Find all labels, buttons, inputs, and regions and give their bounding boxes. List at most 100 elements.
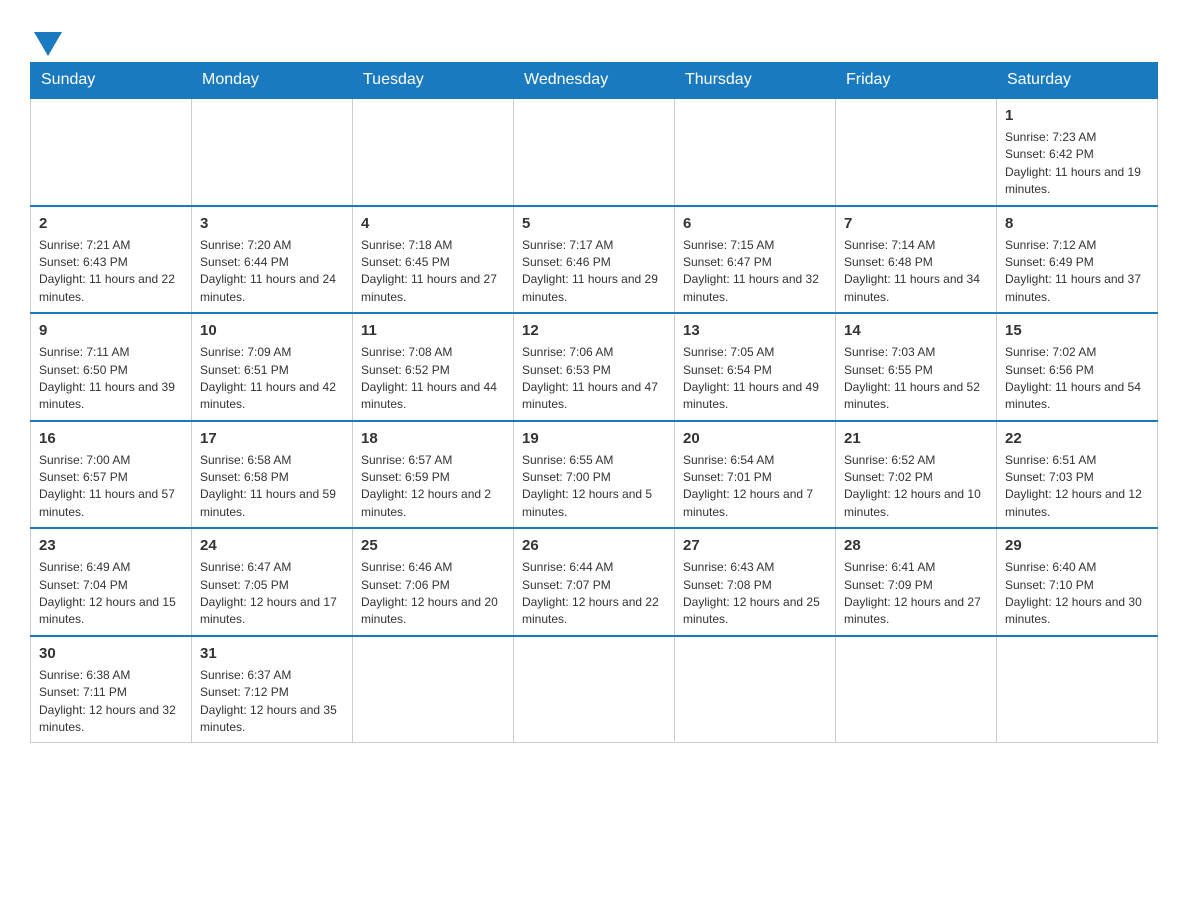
day-info: Sunrise: 6:41 AMSunset: 7:09 PMDaylight:…: [844, 559, 988, 629]
calendar-cell: 7 Sunrise: 7:14 AMSunset: 6:48 PMDaylight…: [836, 206, 997, 314]
weekday-header-saturday: Saturday: [997, 63, 1158, 99]
calendar-cell: [353, 98, 514, 206]
weekday-header-friday: Friday: [836, 63, 997, 99]
weekday-header-thursday: Thursday: [675, 63, 836, 99]
calendar-week-row: 16 Sunrise: 7:00 AMSunset: 6:57 PMDayligh…: [31, 421, 1158, 529]
day-info: Sunrise: 7:09 AMSunset: 6:51 PMDaylight:…: [200, 344, 344, 414]
day-number: 6: [683, 213, 827, 234]
day-info: Sunrise: 7:11 AMSunset: 6:50 PMDaylight:…: [39, 344, 183, 414]
calendar-cell: 23Sunrise: 6:49 AMSunset: 7:04 PMDayligh…: [31, 528, 192, 636]
day-number: 4: [361, 213, 505, 234]
calendar-cell: 4 Sunrise: 7:18 AMSunset: 6:45 PMDaylight…: [353, 206, 514, 314]
day-number: 25: [361, 535, 505, 556]
calendar-cell: 17Sunrise: 6:58 AMSunset: 6:58 PMDayligh…: [192, 421, 353, 529]
day-info: Sunrise: 7:15 AMSunset: 6:47 PMDaylight:…: [683, 237, 827, 307]
calendar-body: 1Sunrise: 7:23 AMSunset: 6:42 PMDaylight…: [31, 98, 1158, 743]
calendar-cell: [514, 98, 675, 206]
day-number: 23: [39, 535, 183, 556]
day-info: Sunrise: 7:14 AMSunset: 6:48 PMDaylight:…: [844, 237, 988, 307]
day-info: Sunrise: 6:43 AMSunset: 7:08 PMDaylight:…: [683, 559, 827, 629]
day-number: 13: [683, 320, 827, 341]
day-info: Sunrise: 6:58 AMSunset: 6:58 PMDaylight:…: [200, 452, 344, 522]
calendar-cell: 11Sunrise: 7:08 AMSunset: 6:52 PMDayligh…: [353, 313, 514, 421]
calendar-cell: [192, 98, 353, 206]
day-info: Sunrise: 7:05 AMSunset: 6:54 PMDaylight:…: [683, 344, 827, 414]
calendar-cell: [675, 636, 836, 743]
weekday-header-tuesday: Tuesday: [353, 63, 514, 99]
day-info: Sunrise: 6:37 AMSunset: 7:12 PMDaylight:…: [200, 667, 344, 737]
calendar-cell: [353, 636, 514, 743]
day-number: 14: [844, 320, 988, 341]
day-info: Sunrise: 6:54 AMSunset: 7:01 PMDaylight:…: [683, 452, 827, 522]
day-number: 2: [39, 213, 183, 234]
weekday-header-row: SundayMondayTuesdayWednesdayThursdayFrid…: [31, 63, 1158, 99]
day-info: Sunrise: 6:44 AMSunset: 7:07 PMDaylight:…: [522, 559, 666, 629]
calendar-cell: 31 Sunrise: 6:37 AMSunset: 7:12 PMDayligh…: [192, 636, 353, 743]
day-info: Sunrise: 6:47 AMSunset: 7:05 PMDaylight:…: [200, 559, 344, 629]
calendar-cell: 14Sunrise: 7:03 AMSunset: 6:55 PMDayligh…: [836, 313, 997, 421]
calendar-cell: [675, 98, 836, 206]
day-number: 10: [200, 320, 344, 341]
day-number: 31: [200, 643, 344, 664]
day-info: Sunrise: 6:55 AMSunset: 7:00 PMDaylight:…: [522, 452, 666, 522]
calendar-cell: 20Sunrise: 6:54 AMSunset: 7:01 PMDayligh…: [675, 421, 836, 529]
day-info: Sunrise: 7:02 AMSunset: 6:56 PMDaylight:…: [1005, 344, 1149, 414]
calendar-cell: 25 Sunrise: 6:46 AMSunset: 7:06 PMDayligh…: [353, 528, 514, 636]
day-info: Sunrise: 7:23 AMSunset: 6:42 PMDaylight:…: [1005, 129, 1149, 199]
calendar-cell: [836, 98, 997, 206]
day-info: Sunrise: 7:00 AMSunset: 6:57 PMDaylight:…: [39, 452, 183, 522]
calendar-cell: 30Sunrise: 6:38 AMSunset: 7:11 PMDayligh…: [31, 636, 192, 743]
day-number: 15: [1005, 320, 1149, 341]
day-info: Sunrise: 7:21 AMSunset: 6:43 PMDaylight:…: [39, 237, 183, 307]
calendar-cell: 2 Sunrise: 7:21 AMSunset: 6:43 PMDaylight…: [31, 206, 192, 314]
calendar-cell: 21 Sunrise: 6:52 AMSunset: 7:02 PMDayligh…: [836, 421, 997, 529]
calendar-cell: 18 Sunrise: 6:57 AMSunset: 6:59 PMDayligh…: [353, 421, 514, 529]
day-info: Sunrise: 7:17 AMSunset: 6:46 PMDaylight:…: [522, 237, 666, 307]
day-number: 3: [200, 213, 344, 234]
calendar-cell: 3 Sunrise: 7:20 AMSunset: 6:44 PMDaylight…: [192, 206, 353, 314]
day-info: Sunrise: 6:52 AMSunset: 7:02 PMDaylight:…: [844, 452, 988, 522]
day-info: Sunrise: 7:20 AMSunset: 6:44 PMDaylight:…: [200, 237, 344, 307]
day-number: 19: [522, 428, 666, 449]
calendar-cell: 19 Sunrise: 6:55 AMSunset: 7:00 PMDayligh…: [514, 421, 675, 529]
calendar-cell: 26 Sunrise: 6:44 AMSunset: 7:07 PMDayligh…: [514, 528, 675, 636]
day-number: 16: [39, 428, 183, 449]
calendar-week-row: 23Sunrise: 6:49 AMSunset: 7:04 PMDayligh…: [31, 528, 1158, 636]
day-number: 12: [522, 320, 666, 341]
calendar-cell: [31, 98, 192, 206]
day-info: Sunrise: 7:08 AMSunset: 6:52 PMDaylight:…: [361, 344, 505, 414]
calendar-cell: 12Sunrise: 7:06 AMSunset: 6:53 PMDayligh…: [514, 313, 675, 421]
day-info: Sunrise: 7:12 AMSunset: 6:49 PMDaylight:…: [1005, 237, 1149, 307]
logo: [30, 30, 62, 52]
day-info: Sunrise: 6:57 AMSunset: 6:59 PMDaylight:…: [361, 452, 505, 522]
calendar-cell: 10 Sunrise: 7:09 AMSunset: 6:51 PMDayligh…: [192, 313, 353, 421]
page-header: [30, 20, 1158, 52]
day-info: Sunrise: 6:51 AMSunset: 7:03 PMDaylight:…: [1005, 452, 1149, 522]
calendar-cell: 15 Sunrise: 7:02 AMSunset: 6:56 PMDayligh…: [997, 313, 1158, 421]
day-number: 30: [39, 643, 183, 664]
calendar-week-row: 9Sunrise: 7:11 AMSunset: 6:50 PMDaylight…: [31, 313, 1158, 421]
day-number: 26: [522, 535, 666, 556]
day-number: 7: [844, 213, 988, 234]
day-info: Sunrise: 7:18 AMSunset: 6:45 PMDaylight:…: [361, 237, 505, 307]
calendar-table: SundayMondayTuesdayWednesdayThursdayFrid…: [30, 62, 1158, 743]
calendar-cell: [997, 636, 1158, 743]
calendar-cell: 22 Sunrise: 6:51 AMSunset: 7:03 PMDayligh…: [997, 421, 1158, 529]
calendar-week-row: 30Sunrise: 6:38 AMSunset: 7:11 PMDayligh…: [31, 636, 1158, 743]
calendar-cell: 13 Sunrise: 7:05 AMSunset: 6:54 PMDayligh…: [675, 313, 836, 421]
calendar-cell: 16 Sunrise: 7:00 AMSunset: 6:57 PMDayligh…: [31, 421, 192, 529]
calendar-week-row: 1Sunrise: 7:23 AMSunset: 6:42 PMDaylight…: [31, 98, 1158, 206]
calendar-cell: [836, 636, 997, 743]
day-info: Sunrise: 6:40 AMSunset: 7:10 PMDaylight:…: [1005, 559, 1149, 629]
day-number: 22: [1005, 428, 1149, 449]
calendar-cell: 8 Sunrise: 7:12 AMSunset: 6:49 PMDaylight…: [997, 206, 1158, 314]
day-number: 8: [1005, 213, 1149, 234]
day-number: 5: [522, 213, 666, 234]
day-number: 21: [844, 428, 988, 449]
day-info: Sunrise: 6:46 AMSunset: 7:06 PMDaylight:…: [361, 559, 505, 629]
weekday-header-wednesday: Wednesday: [514, 63, 675, 99]
calendar-cell: 1Sunrise: 7:23 AMSunset: 6:42 PMDaylight…: [997, 98, 1158, 206]
day-number: 29: [1005, 535, 1149, 556]
logo-triangle-icon: [34, 32, 62, 56]
day-number: 18: [361, 428, 505, 449]
